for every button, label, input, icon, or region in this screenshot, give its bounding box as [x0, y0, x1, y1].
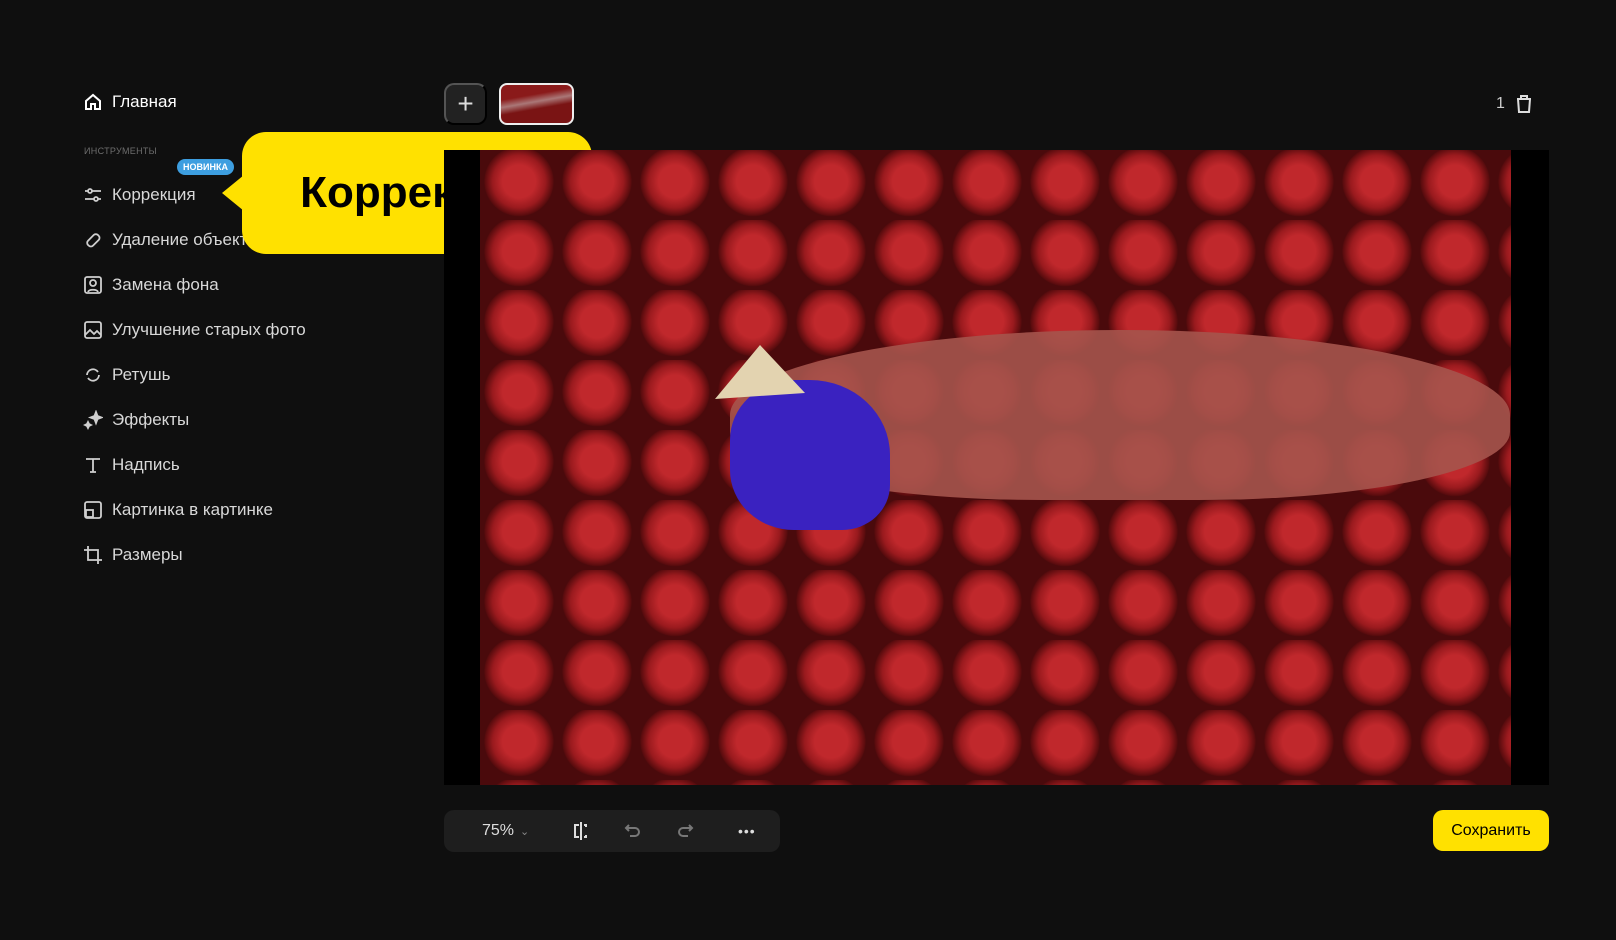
sidebar-item-restore[interactable]: Улучшение старых фото	[83, 307, 306, 352]
eraser-icon	[86, 232, 101, 247]
sliders-icon	[85, 187, 101, 202]
item-label: Коррекция	[112, 184, 196, 204]
chevron-down-icon: ⌄	[520, 825, 530, 838]
item-label: Надпись	[112, 454, 180, 474]
bottom-toolbar: 75% ⌄ •••	[444, 810, 780, 852]
redo-icon[interactable]	[676, 823, 694, 839]
crop-icon	[84, 545, 102, 564]
image-canvas[interactable]	[444, 150, 1549, 785]
item-label: Замена фона	[112, 274, 219, 294]
section-label: ИНСТРУМЕНТЫ	[84, 146, 157, 156]
sidebar-item-resize[interactable]: Размеры	[83, 532, 306, 577]
more-icon[interactable]: •••	[738, 823, 756, 839]
photo	[480, 150, 1511, 785]
portrait-icon	[84, 275, 102, 294]
save-button[interactable]: Сохранить	[1433, 810, 1549, 851]
sidebar-item-pip[interactable]: Картинка в картинке	[83, 487, 306, 532]
sparkle-icon	[83, 409, 103, 430]
photo-figure	[730, 380, 890, 530]
image-thumbnail[interactable]	[499, 83, 574, 125]
item-label: Эффекты	[112, 409, 190, 429]
sidebar-item-effects[interactable]: Эффекты	[83, 397, 306, 442]
item-label: Размеры	[112, 544, 183, 564]
picture-in-picture-icon	[84, 500, 102, 519]
home-icon	[85, 93, 101, 110]
text-icon	[86, 457, 100, 473]
trash-icon[interactable]	[1515, 94, 1533, 114]
home-link[interactable]: Главная	[83, 92, 177, 112]
zoom-select[interactable]: 75% ⌄	[482, 822, 529, 840]
new-badge: НОВИНКА	[177, 159, 234, 175]
sidebar-item-retouch[interactable]: Ретушь	[83, 352, 306, 397]
zoom-value: 75%	[482, 822, 515, 839]
compare-icon[interactable]	[572, 821, 590, 841]
undo-icon[interactable]	[624, 823, 642, 839]
home-label: Главная	[112, 92, 177, 111]
retouch-icon	[86, 367, 100, 382]
sidebar-item-text[interactable]: Надпись	[83, 442, 306, 487]
item-label: Ретушь	[112, 364, 171, 384]
count-label: 1	[1496, 95, 1505, 112]
sidebar-item-background[interactable]: Замена фона	[83, 262, 306, 307]
item-label: Улучшение старых фото	[112, 319, 306, 339]
photo-enhance-icon	[84, 320, 102, 339]
image-count: 1	[1496, 94, 1533, 114]
add-image-button[interactable]: +	[444, 83, 487, 125]
item-label: Картинка в картинке	[112, 499, 273, 519]
